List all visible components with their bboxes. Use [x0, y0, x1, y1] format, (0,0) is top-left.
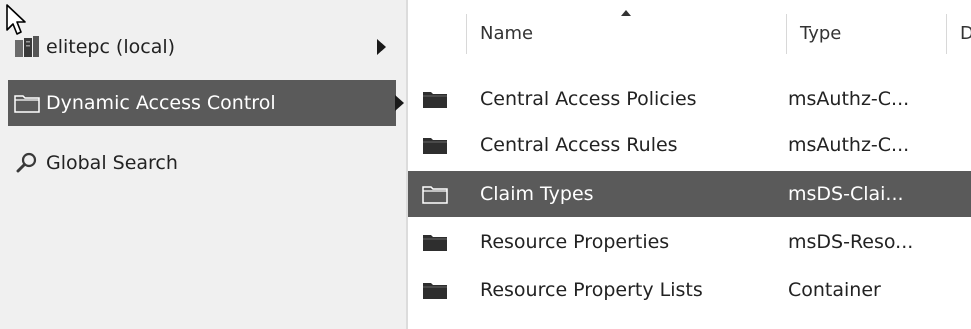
- folder-icon: [423, 138, 447, 154]
- item-name: Resource Properties: [480, 231, 670, 253]
- column-separator[interactable]: [946, 14, 947, 54]
- item-type: msAuthz-C...: [788, 88, 910, 110]
- item-type: msDS-Reso...: [788, 231, 914, 253]
- nav-item-label: Dynamic Access Control: [46, 92, 276, 114]
- column-header-type[interactable]: Type: [800, 0, 841, 66]
- folder-icon: [8, 80, 46, 126]
- column-header-name[interactable]: Name: [480, 0, 533, 66]
- mouse-cursor-icon: [6, 4, 26, 35]
- column-separator[interactable]: [466, 14, 467, 54]
- nav-item-label: elitepc (local): [46, 36, 176, 58]
- nav-item-elitepc[interactable]: elitepc (local): [8, 24, 396, 70]
- item-name: Central Access Policies: [480, 88, 697, 110]
- column-header-description[interactable]: D: [960, 0, 971, 66]
- item-name: Resource Property Lists: [480, 279, 703, 301]
- list-item[interactable]: Claim Types msDS-Clai...: [408, 171, 971, 217]
- item-type: msDS-Clai...: [788, 183, 904, 205]
- item-name: Claim Types: [480, 183, 594, 205]
- list-item[interactable]: Central Access Rules msAuthz-C...: [408, 122, 971, 168]
- navigation-pane: elitepc (local) Dynamic Access Control G…: [0, 0, 406, 329]
- column-separator[interactable]: [786, 14, 787, 54]
- item-type: Container: [788, 279, 881, 301]
- sort-ascending-icon: [621, 10, 631, 16]
- list-item[interactable]: Resource Property Lists Container: [408, 267, 971, 313]
- item-name: Central Access Rules: [480, 134, 678, 156]
- nav-item-label: Global Search: [46, 152, 178, 174]
- nav-item-dynamic-access-control[interactable]: Dynamic Access Control: [8, 80, 404, 126]
- content-list: Name Type D Central Access Policies msAu…: [408, 0, 971, 329]
- item-type: msAuthz-C...: [788, 134, 910, 156]
- list-item[interactable]: Resource Properties msDS-Reso...: [408, 219, 971, 265]
- expand-arrow-icon[interactable]: [395, 95, 404, 111]
- folder-icon: [422, 186, 448, 204]
- expand-arrow-icon[interactable]: [377, 39, 386, 55]
- folder-icon: [423, 92, 447, 108]
- folder-icon: [423, 235, 447, 251]
- folder-icon: [423, 283, 447, 299]
- nav-item-global-search[interactable]: Global Search: [8, 140, 396, 186]
- list-item[interactable]: Central Access Policies msAuthz-C...: [408, 76, 971, 122]
- search-icon: [8, 140, 46, 186]
